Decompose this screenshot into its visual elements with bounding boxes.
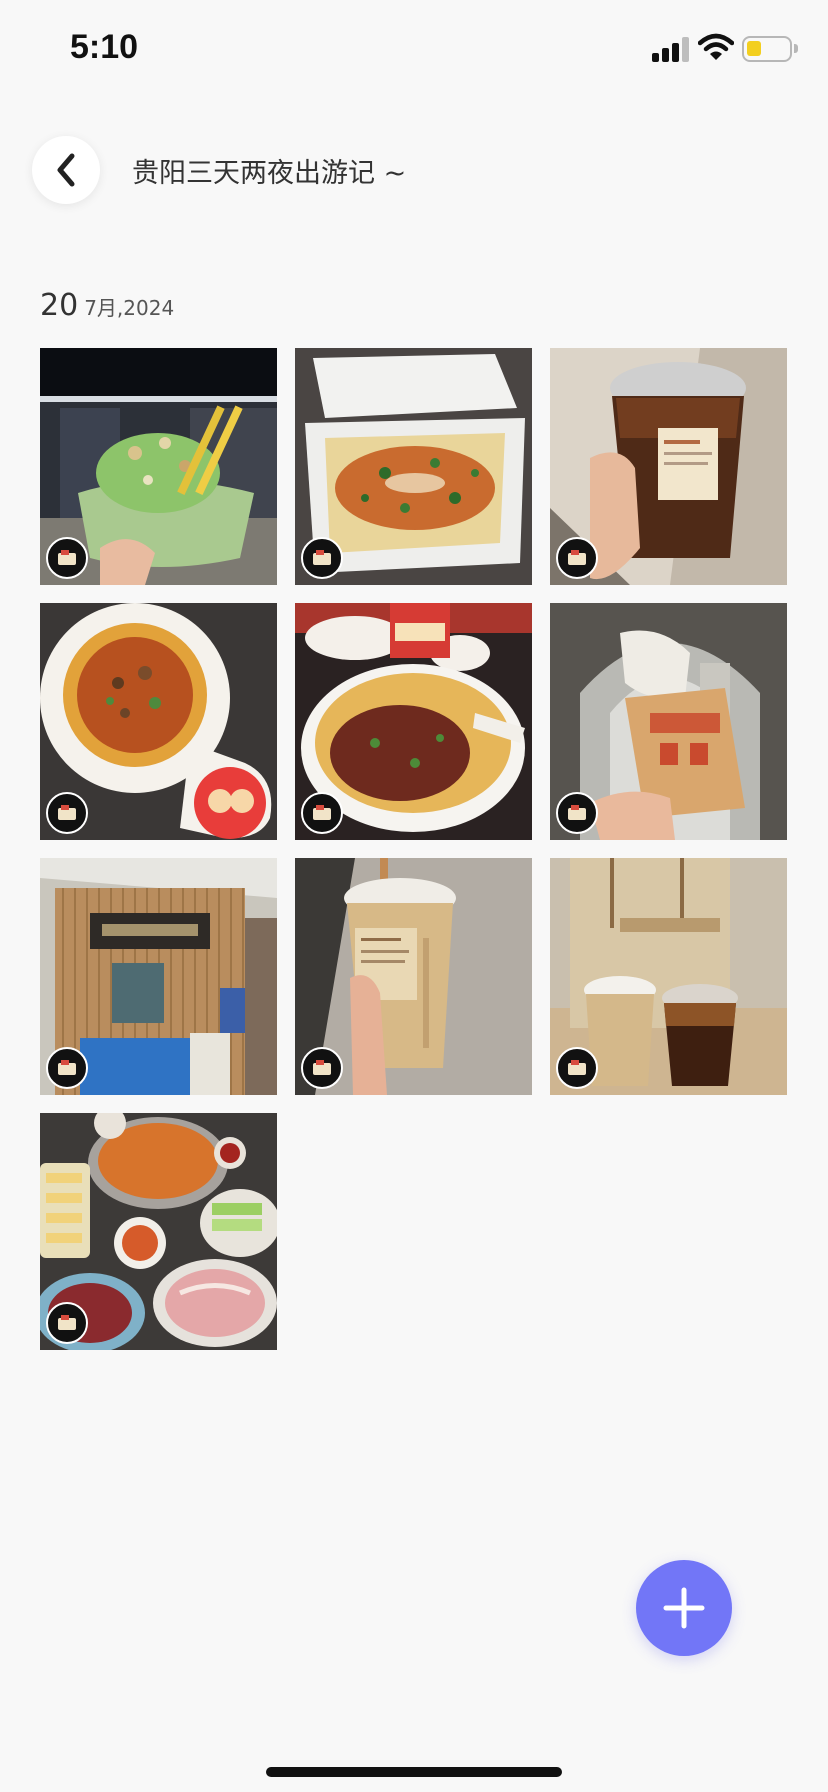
photo-tile[interactable] (295, 858, 532, 1095)
tag-icon (301, 1047, 343, 1089)
tag-icon (46, 1302, 88, 1344)
tag-icon (301, 792, 343, 834)
tag-icon (556, 792, 598, 834)
photo-tile[interactable] (295, 603, 532, 840)
add-button[interactable] (636, 1560, 732, 1656)
photo-tile[interactable] (550, 603, 787, 840)
home-indicator (266, 1767, 562, 1777)
photo-tile[interactable] (295, 348, 532, 585)
tag-icon (46, 1047, 88, 1089)
page-title: 贵阳三天两夜出游记 ~ (132, 158, 407, 189)
tag-icon (556, 537, 598, 579)
date-header: 20 7月,2024 (40, 288, 174, 323)
date-month-year: 7月,2024 (84, 296, 175, 320)
tag-icon (46, 792, 88, 834)
photo-tile[interactable] (40, 1113, 277, 1350)
cellular-signal-icon (652, 36, 690, 62)
photo-grid (40, 348, 788, 1350)
photo-tile[interactable] (550, 348, 787, 585)
tag-icon (46, 537, 88, 579)
chevron-left-icon (57, 153, 75, 187)
photo-tile[interactable] (40, 348, 277, 585)
plus-icon (663, 1587, 705, 1629)
battery-icon (742, 36, 798, 62)
photo-tile[interactable] (40, 858, 277, 1095)
status-time: 5:10 (70, 28, 139, 66)
tag-icon (301, 537, 343, 579)
wifi-icon (698, 33, 734, 60)
photo-tile[interactable] (40, 603, 277, 840)
date-day: 20 (40, 288, 79, 323)
photo-tile[interactable] (550, 858, 787, 1095)
back-button[interactable] (32, 136, 100, 204)
tag-icon (556, 1047, 598, 1089)
status-bar: 5:10 (0, 0, 828, 100)
